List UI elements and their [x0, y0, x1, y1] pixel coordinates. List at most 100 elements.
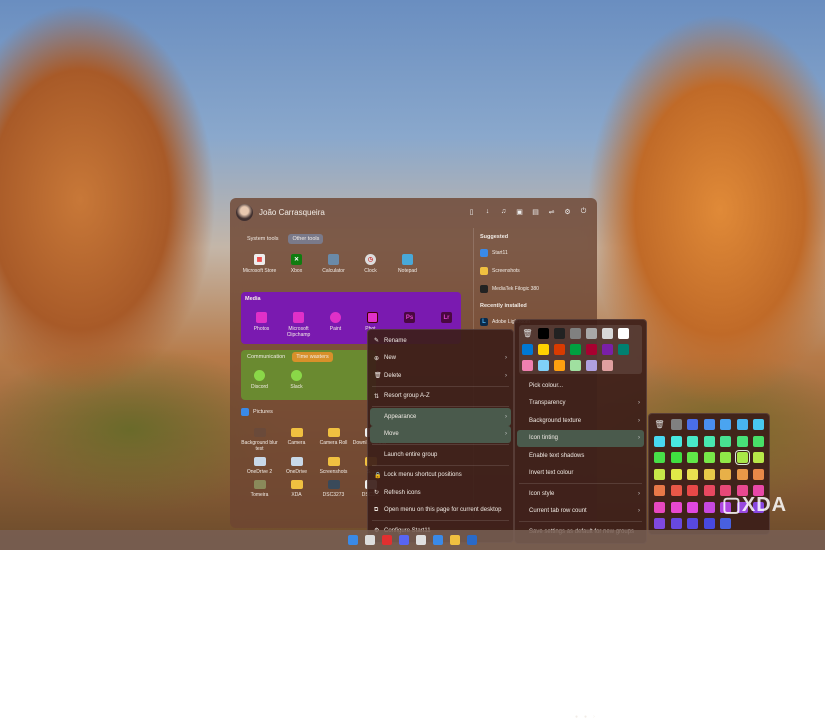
tint-swatch[interactable] [687, 435, 698, 447]
tint-swatch[interactable] [687, 452, 698, 463]
group-pictures-header[interactable]: Pictures [241, 408, 273, 416]
menu-item-pick-colour[interactable]: Pick colour... [517, 377, 644, 395]
gear-icon[interactable]: ⚙ [564, 208, 571, 216]
tint-swatch[interactable] [736, 468, 748, 480]
menu-item-icon-style[interactable]: Icon style › [517, 485, 644, 503]
colour-swatch[interactable] [602, 344, 613, 355]
tint-swatch[interactable] [703, 468, 715, 480]
colour-swatch[interactable] [554, 328, 565, 339]
taskbar-vivaldi-icon[interactable] [382, 535, 392, 545]
menu-item-appearance[interactable]: Appearance › [370, 408, 511, 426]
tint-swatch[interactable] [703, 435, 715, 447]
menu-item-icon-tinting[interactable]: Icon tinting › [517, 429, 644, 447]
tile-clipchamp[interactable]: Microsoft Clipchamp [280, 312, 317, 338]
colour-swatch[interactable] [538, 344, 549, 355]
colour-swatch[interactable] [554, 360, 565, 371]
tint-swatch[interactable] [670, 485, 682, 496]
picture-tile[interactable]: Tomeira [241, 480, 278, 498]
tint-swatch[interactable] [736, 419, 748, 430]
taskbar-snipping-icon[interactable] [467, 535, 477, 545]
tint-swatch[interactable] [670, 501, 682, 513]
taskbar-file-explorer-icon[interactable] [450, 535, 460, 545]
menu-item-open-menu-on-this-page-for-current-desktop[interactable]: ⧉ Open menu on this page for current desk… [370, 502, 511, 520]
tile-notepad[interactable]: Notepad [389, 254, 426, 274]
menu-item-invert-text-colour[interactable]: Invert text colour [517, 465, 644, 483]
tile-clock[interactable]: ◷ Clock [352, 254, 389, 274]
tint-swatch[interactable] [703, 452, 715, 463]
taskbar-start-icon[interactable] [348, 535, 358, 545]
tint-swatch[interactable] [720, 468, 731, 480]
suggested-item[interactable]: MediaTek Filogic 380 [480, 285, 590, 293]
picture-tile[interactable]: Background blur test [241, 428, 278, 452]
tint-swatch[interactable] [703, 419, 715, 430]
tab-system-tools[interactable]: System tools [243, 234, 282, 244]
tint-swatch[interactable] [736, 435, 748, 447]
tint-swatch[interactable] [720, 518, 731, 529]
files-icon[interactable]: ▤ [532, 208, 539, 216]
menu-item-transparency[interactable]: Transparency › [517, 395, 644, 413]
picture-tile[interactable]: Screenshots [315, 457, 352, 475]
menu-item-launch-entire-group[interactable]: Launch entire group [370, 446, 511, 464]
tint-swatch[interactable] [654, 501, 665, 513]
colour-swatch[interactable] [522, 344, 533, 355]
picture-tile[interactable]: OneDrive [278, 457, 315, 475]
tint-swatch[interactable] [703, 485, 715, 496]
picture-tile[interactable]: Camera [278, 428, 315, 452]
tint-swatch[interactable] [654, 468, 665, 480]
tab-time-wasters[interactable]: Time wasters [292, 352, 333, 362]
tint-swatch[interactable] [654, 485, 665, 496]
tint-swatch[interactable] [687, 501, 698, 513]
colour-swatch[interactable] [586, 328, 597, 339]
tab-communication[interactable]: Communication [243, 352, 289, 362]
tint-swatch[interactable] [703, 501, 715, 513]
colour-swatch[interactable] [602, 360, 613, 371]
taskbar-microsoft-store-icon[interactable] [365, 535, 375, 545]
tint-swatch[interactable] [654, 452, 665, 463]
download-icon[interactable]: ↓ [484, 208, 491, 216]
colour-swatch[interactable] [570, 328, 581, 339]
menu-item-delete[interactable]: 🗑 Delete › [370, 367, 511, 385]
colour-swatch[interactable] [586, 344, 597, 355]
tint-swatch[interactable] [720, 419, 731, 430]
tint-swatch[interactable] [670, 435, 682, 447]
page-dots[interactable]: ● ● › [575, 714, 595, 720]
picture-tile[interactable]: Camera Roll [315, 428, 352, 452]
colour-swatch[interactable] [538, 360, 549, 371]
tint-swatch[interactable] [670, 452, 682, 463]
tint-swatch[interactable] [720, 452, 731, 463]
menu-item-resort-group-a-z[interactable]: ⇅ Resort group A-Z [370, 388, 511, 406]
user-header[interactable]: João Carrasqueira [236, 204, 325, 221]
colour-swatch[interactable] [618, 328, 629, 339]
tint-swatch[interactable] [753, 419, 764, 430]
tint-swatch[interactable] [753, 452, 764, 463]
colour-swatch[interactable] [522, 360, 533, 371]
menu-item-lock-menu-shortcut-positions[interactable]: 🔒 Lock menu shortcut positions [370, 467, 511, 485]
picture-tile[interactable]: OneDrive 2 [241, 457, 278, 475]
tile-xbox[interactable]: ✕ Xbox [278, 254, 315, 274]
picture-tile[interactable]: DSC3273 [315, 480, 352, 498]
menu-item-move[interactable]: Move › [370, 425, 511, 443]
menu-item-refresh-icons[interactable]: ↻ Refresh icons [370, 484, 511, 502]
clear-colour-trash-icon[interactable]: 🗑 [522, 328, 533, 339]
taskbar-start11-icon[interactable] [433, 535, 443, 545]
colour-swatch[interactable] [570, 344, 581, 355]
tint-swatch[interactable] [670, 419, 682, 430]
tint-swatch[interactable] [687, 468, 698, 480]
clear-tint-trash-icon[interactable]: 🗑 [654, 419, 665, 430]
tile-photos[interactable]: Photos [243, 312, 280, 338]
menu-item-background-texture[interactable]: Background texture › [517, 412, 644, 430]
taskbar-slack-icon[interactable] [416, 535, 426, 545]
suggested-item[interactable]: Start11 [480, 249, 590, 257]
tint-swatch[interactable] [654, 518, 665, 529]
colour-swatch[interactable] [570, 360, 581, 371]
colour-swatch[interactable] [554, 344, 565, 355]
menu-item-enable-text-shadows[interactable]: Enable text shadows [517, 447, 644, 465]
music-icon[interactable]: ♫ [500, 208, 507, 216]
tint-swatch[interactable] [670, 468, 682, 480]
colour-swatch[interactable] [618, 344, 629, 355]
taskbar-discord-icon[interactable] [399, 535, 409, 545]
tile-calculator[interactable]: Calculator [315, 254, 352, 274]
colour-swatch[interactable] [586, 360, 597, 371]
document-icon[interactable]: ▯ [468, 208, 475, 216]
tint-swatch[interactable] [687, 518, 698, 529]
